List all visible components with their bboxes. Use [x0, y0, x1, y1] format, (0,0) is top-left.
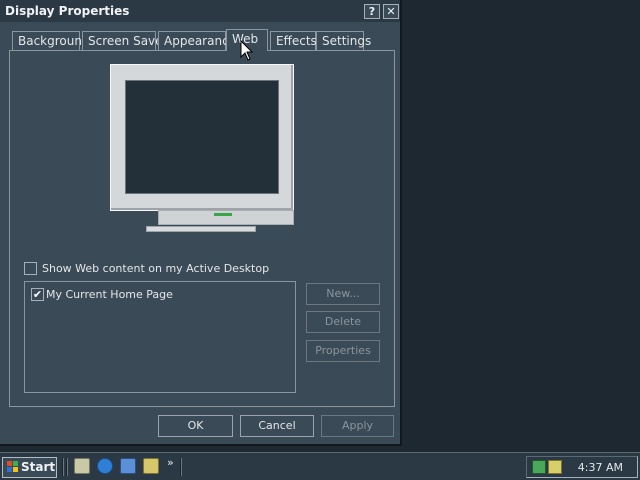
mouse-cursor-icon	[240, 40, 254, 61]
apply-button[interactable]: Apply	[321, 415, 394, 437]
windows-logo-icon	[7, 461, 18, 472]
cancel-button[interactable]: Cancel	[240, 415, 314, 437]
taskbar-separator	[180, 458, 182, 476]
network-icon[interactable]	[532, 460, 546, 474]
tab-settings[interactable]: Settings	[316, 31, 371, 50]
web-tab-panel	[9, 50, 395, 407]
tab-appearance[interactable]: Appearance	[158, 31, 236, 50]
outlook-express-icon[interactable]	[120, 458, 136, 474]
show-desktop-icon[interactable]	[74, 458, 90, 474]
close-button[interactable]: ✕	[383, 4, 399, 19]
windows-media-icon[interactable]	[143, 458, 159, 474]
help-button[interactable]: ?	[364, 4, 380, 19]
tab-effects[interactable]: Effects	[270, 31, 317, 50]
start-label: Start	[21, 460, 56, 474]
tab-screen-saver[interactable]: Screen Saver	[82, 31, 167, 50]
quick-launch-chevron[interactable]: »	[167, 456, 174, 469]
start-button[interactable]: Start	[2, 457, 57, 478]
tab-background[interactable]: Background	[12, 31, 90, 50]
taskbar: Start » 4:37 AM	[0, 452, 640, 480]
taskbar-separator	[66, 458, 68, 476]
ok-button[interactable]: OK	[158, 415, 233, 437]
title-bar[interactable]: Display Properties ? ✕	[0, 0, 400, 22]
internet-explorer-icon[interactable]	[97, 458, 113, 474]
clock[interactable]: 4:37 AM	[578, 461, 623, 474]
system-tray: 4:37 AM	[526, 456, 638, 478]
taskbar-separator	[62, 458, 64, 476]
window-title: Display Properties	[5, 4, 130, 18]
display-properties-dialog: Display Properties ? ✕ Background Screen…	[0, 0, 402, 446]
volume-icon[interactable]	[548, 460, 562, 474]
